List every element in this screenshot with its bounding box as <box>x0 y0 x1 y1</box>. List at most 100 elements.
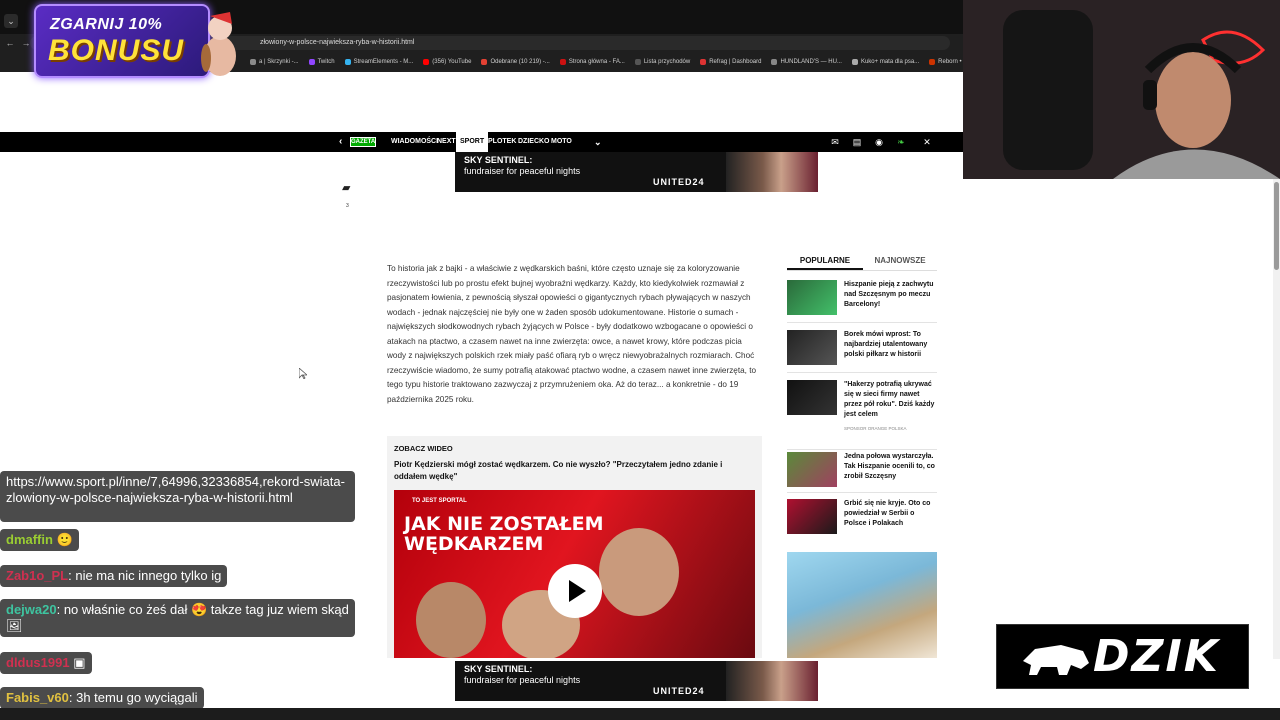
dzik-text: DZIK <box>1093 631 1220 682</box>
divider <box>787 372 937 373</box>
bookmark-favicon-icon <box>634 59 641 65</box>
nav-item-next[interactable]: NEXT <box>437 132 456 152</box>
bonus-overlay: ZGARNIJ 10% BONUSU <box>34 4 210 78</box>
messages-icon[interactable]: ▤ <box>851 136 863 148</box>
chat-username[interactable]: Fabis_v60 <box>6 690 69 705</box>
chat-username[interactable]: dejwa20 <box>6 602 57 617</box>
nav-back-icon[interactable]: ‹ <box>339 132 342 152</box>
bookmark-item[interactable]: Twitch <box>308 59 335 65</box>
bookmark-item[interactable]: StreamElements - M... <box>344 59 413 65</box>
sidebar-item[interactable]: Hiszpanie pieją z zachwytu nad Szczęsnym… <box>787 280 937 323</box>
mail-icon[interactable]: ✉ <box>829 136 841 148</box>
bookmark-label: (356) YouTube <box>432 59 472 65</box>
bookmark-label: Twitch <box>317 59 335 65</box>
chat-message: Fabis_v60: 3h temu go wyciągali <box>0 687 204 709</box>
bookmark-favicon-icon <box>851 59 858 65</box>
comment-icon[interactable]: ▰ <box>342 181 355 194</box>
bookmark-label: Lista przychodów <box>643 59 691 65</box>
chat-text: : 3h temu go wyciągali <box>68 690 198 705</box>
comment-count: 3 <box>346 203 349 209</box>
video-thumbnail[interactable]: TO JEST SPORTAL JAK NIE ZOSTAŁEM WĘDKARZ… <box>394 490 755 658</box>
scrollbar-thumb[interactable] <box>1274 182 1279 270</box>
ad-brand: UNITED24 <box>653 686 705 696</box>
boar-icon <box>1023 645 1089 675</box>
mouse-cursor-icon <box>299 368 307 379</box>
video-kicker: ZOBACZ WIDEO <box>394 444 453 453</box>
ad-line1: SKY SENTINEL: <box>464 155 533 165</box>
bookmark-item[interactable]: Lista przychodów <box>634 59 691 65</box>
chat-username[interactable]: Zab1o_PL <box>6 568 68 583</box>
divider <box>787 492 937 493</box>
sidebar-thumb <box>787 452 837 487</box>
gazeta-logo[interactable]: GAZETA <box>350 137 376 147</box>
bookmark-item[interactable]: Strona główna - FA... <box>559 59 625 65</box>
nav-item-wiadomosci[interactable]: WIADOMOŚCI <box>391 132 438 152</box>
sidebar-item-title: Hiszpanie pieją z zachwytu nad Szczęsnym… <box>844 281 934 308</box>
chat-username[interactable]: dmaffin <box>6 532 53 547</box>
chat-username[interactable]: dldus1991 <box>6 655 70 670</box>
sidebar-item-title: Grbić się nie kryje. Oto co powiedział w… <box>844 500 931 527</box>
sidebar-thumb <box>787 499 837 534</box>
bookmark-item[interactable]: Refrag | Dashboard <box>700 59 761 65</box>
emote-icon: ▣ <box>73 655 86 670</box>
video-title[interactable]: Piotr Kędzierski mógł zostać wędkarzem. … <box>394 459 754 483</box>
sidebar-item[interactable]: Jedna połowa wystarczyła. Tak Hiszpanie … <box>787 449 937 493</box>
bookmark-item[interactable]: Odebrane (10 219) -... <box>481 59 550 65</box>
sidebar-item-title: Borek mówi wprost: To najbardziej utalen… <box>844 331 928 358</box>
sidebar-ad-image[interactable] <box>787 552 937 658</box>
bookmark-item[interactable]: HUNDLAND'S — HU... <box>771 59 842 65</box>
chat-message: dmaffin 🙂 <box>0 529 79 551</box>
bonus-main-text: BONUSU <box>48 34 185 67</box>
ad-banner-top[interactable]: SKY SENTINEL: fundraiser for peaceful ni… <box>455 152 818 192</box>
chat-message: Zab1o_PL: nie ma nic innego tylko ig <box>0 565 228 587</box>
close-icon[interactable]: ✕ <box>921 136 933 148</box>
webcam-feed <box>963 0 1280 179</box>
emote-icon: 🙂 <box>56 532 73 547</box>
bookmark-label: a | Skrzynki -... <box>259 59 299 65</box>
bookmark-label: Odebrane (10 219) -... <box>490 59 550 65</box>
bookmark-item[interactable]: Reborn • The H... <box>929 59 963 65</box>
back-icon[interactable]: ← <box>4 37 16 49</box>
ad-banner-bottom[interactable]: SKY SENTINEL: fundraiser for peaceful ni… <box>455 661 818 701</box>
nav-item-moto[interactable]: MOTO <box>551 132 572 152</box>
chat-message: https://www.sport.pl/inne/7,64996,323368… <box>0 471 355 522</box>
person-right <box>599 528 679 616</box>
tab-newest[interactable]: NAJNOWSZE <box>864 256 936 270</box>
bookmark-item[interactable]: Kuko+ mata dla psa... <box>851 59 919 65</box>
bookmark-item[interactable]: (356) YouTube <box>423 59 471 65</box>
video-headline-line1: JAK NIE ZOSTAŁEM <box>404 513 604 535</box>
sidebar-thumb <box>787 380 837 415</box>
bottom-bar <box>0 708 1280 720</box>
nav-item-dziecko[interactable]: DZIECKO <box>518 132 550 152</box>
video-headline-line2: WĘDKARZEM <box>404 533 544 555</box>
nav-item-plotek[interactable]: PLOTEK <box>488 132 516 152</box>
bookmark-favicon-icon <box>700 59 707 65</box>
sponsor-label: SPONSOR ORANGE POLSKA <box>844 426 907 431</box>
tab-popular[interactable]: POPULARNE <box>787 256 863 270</box>
chat-message: dldus1991 ▣ <box>0 652 92 674</box>
sidebar-item[interactable]: Grbić się nie kryje. Oto co powiedział w… <box>787 499 937 539</box>
nav-more-chevron-icon[interactable]: ⌄ <box>594 132 602 152</box>
webcam-scene <box>963 0 1280 179</box>
sidebar-thumb <box>787 330 837 365</box>
bookmark-favicon-icon <box>344 59 351 65</box>
nav-item-sport[interactable]: SPORT <box>456 132 489 152</box>
bookmark-favicon-icon <box>771 59 778 65</box>
chat-text: : no właśnie co żeś dał 😍 takze tag juz … <box>6 602 349 633</box>
divider <box>787 322 937 323</box>
person-left <box>416 582 486 658</box>
user-icon[interactable]: ◉ <box>873 136 885 148</box>
bookmark-favicon-icon <box>250 59 256 65</box>
leaf-icon[interactable]: ❧ <box>895 136 907 148</box>
sidebar-item[interactable]: Borek mówi wprost: To najbardziej utalen… <box>787 330 937 373</box>
bookmark-item[interactable]: a | Skrzynki -... <box>250 59 299 65</box>
tab-search-icon[interactable]: ⌄ <box>4 14 18 28</box>
chat-text: : nie ma nic innego tylko ig <box>68 568 222 583</box>
chat-text: https://www.sport.pl/inne/7,64996,323368… <box>6 474 345 505</box>
ad-image <box>726 661 818 701</box>
play-button[interactable] <box>548 564 602 618</box>
ad-brand: UNITED24 <box>653 177 705 187</box>
bonus-top-text: ZGARNIJ 10% <box>50 16 163 33</box>
tabs-divider <box>787 270 937 271</box>
bookmark-favicon-icon <box>929 59 936 65</box>
